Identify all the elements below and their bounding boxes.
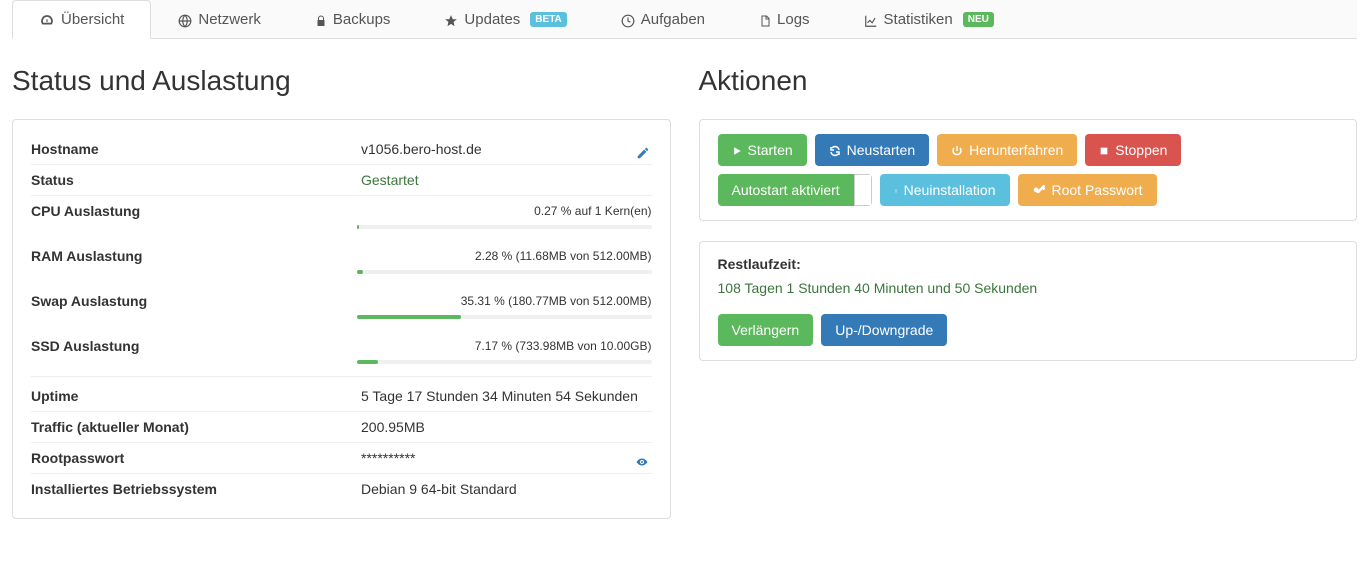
tab-updates[interactable]: Updates BETA: [417, 0, 593, 39]
rootpw-value: **********: [361, 450, 652, 466]
lock-icon: [315, 11, 327, 27]
btn-label: Autostart aktiviert: [732, 182, 840, 198]
rootpw-button[interactable]: Root Passwort: [1018, 174, 1157, 206]
autostart-toggle[interactable]: Autostart aktiviert: [718, 174, 872, 206]
btn-label: Neuinstallation: [904, 182, 996, 198]
edit-hostname-icon[interactable]: [636, 144, 650, 160]
uptime-value: 5 Tage 17 Stunden 34 Minuten 54 Sekunden: [361, 388, 652, 404]
tab-label: Netzwerk: [198, 11, 261, 28]
file-icon: [759, 11, 771, 27]
tab-bar: Übersicht Netzwerk Backups Updates BETA …: [12, 0, 1357, 39]
hostname-value: v1056.bero-host.de: [361, 141, 652, 157]
toggle-handle: [854, 174, 872, 206]
tab-logs[interactable]: Logs: [732, 0, 837, 39]
hostname-label: Hostname: [31, 141, 361, 157]
show-password-icon[interactable]: [634, 453, 650, 469]
tab-network[interactable]: Netzwerk: [151, 0, 288, 39]
clock-icon: [621, 11, 635, 27]
ssd-value: 7.17 % (733.98MB von 10.00GB): [475, 339, 652, 353]
cpu-progress: [357, 225, 652, 229]
dashboard-icon: [39, 11, 55, 27]
traffic-value: 200.95MB: [361, 419, 652, 435]
runtime-panel: Restlaufzeit: 108 Tagen 1 Stunden 40 Min…: [699, 241, 1358, 361]
stop-button[interactable]: Stoppen: [1085, 134, 1181, 166]
globe-icon: [178, 11, 192, 27]
status-panel: Hostname v1056.bero-host.de Status Gesta…: [12, 119, 671, 519]
runtime-value: 108 Tagen 1 Stunden 40 Minuten und 50 Se…: [718, 280, 1339, 296]
cpu-label: CPU Auslastung: [31, 203, 140, 219]
tab-label: Logs: [777, 11, 810, 28]
row-os: Installiertes Betriebssystem Debian 9 64…: [31, 474, 652, 504]
row-cpu: CPU Auslastung 0.27 % auf 1 Kern(en): [31, 196, 652, 241]
ssd-progress: [357, 360, 652, 364]
actions-panel: Starten Neustarten Herunterfahren Stoppe…: [699, 119, 1358, 221]
chart-icon: [864, 11, 878, 27]
runtime-label: Restlaufzeit:: [718, 256, 1339, 272]
uptime-label: Uptime: [31, 388, 361, 404]
shutdown-button[interactable]: Herunterfahren: [937, 134, 1077, 166]
beta-badge: BETA: [530, 12, 566, 27]
swap-value: 35.31 % (180.77MB von 512.00MB): [461, 294, 652, 308]
btn-label: Stoppen: [1115, 142, 1167, 158]
key-icon: [1032, 182, 1046, 198]
cpu-value: 0.27 % auf 1 Kern(en): [534, 204, 651, 218]
btn-label: Up-/Downgrade: [835, 322, 933, 338]
btn-label: Verlängern: [732, 322, 800, 338]
row-rootpw: Rootpasswort **********: [31, 443, 652, 474]
tab-tasks[interactable]: Aufgaben: [594, 0, 732, 39]
tab-label: Übersicht: [61, 11, 124, 28]
tab-label: Updates: [464, 11, 520, 28]
start-button[interactable]: Starten: [718, 134, 807, 166]
row-uptime: Uptime 5 Tage 17 Stunden 34 Minuten 54 S…: [31, 381, 652, 412]
traffic-label: Traffic (aktueller Monat): [31, 419, 361, 435]
power-icon: [951, 142, 963, 158]
refresh-icon: [829, 142, 841, 158]
updown-button[interactable]: Up-/Downgrade: [821, 314, 947, 346]
btn-label: Starten: [748, 142, 793, 158]
star-icon: [444, 11, 458, 27]
actions-heading: Aktionen: [699, 65, 1358, 97]
tab-label: Backups: [333, 11, 391, 28]
row-ssd: SSD Auslastung 7.17 % (733.98MB von 10.0…: [31, 331, 652, 377]
tab-backups[interactable]: Backups: [288, 0, 418, 39]
rootpw-label: Rootpasswort: [31, 450, 361, 466]
stop-icon: [1099, 142, 1109, 158]
btn-label: Neustarten: [847, 142, 915, 158]
swap-progress: [357, 315, 652, 319]
row-ram: RAM Auslastung 2.28 % (11.68MB von 512.0…: [31, 241, 652, 286]
row-traffic: Traffic (aktueller Monat) 200.95MB: [31, 412, 652, 443]
status-heading: Status und Auslastung: [12, 65, 671, 97]
row-status: Status Gestartet: [31, 165, 652, 196]
new-badge: NEU: [963, 12, 994, 27]
os-label: Installiertes Betriebssystem: [31, 481, 361, 497]
row-swap: Swap Auslastung 35.31 % (180.77MB von 51…: [31, 286, 652, 331]
restart-button[interactable]: Neustarten: [815, 134, 929, 166]
btn-label: Root Passwort: [1052, 182, 1143, 198]
tab-label: Aufgaben: [641, 11, 705, 28]
tab-overview[interactable]: Übersicht: [12, 0, 151, 39]
tab-stats[interactable]: Statistiken NEU: [837, 0, 1021, 39]
swap-label: Swap Auslastung: [31, 293, 147, 309]
btn-label: Herunterfahren: [969, 142, 1063, 158]
os-value: Debian 9 64-bit Standard: [361, 481, 652, 497]
reinstall-button[interactable]: Neuinstallation: [880, 174, 1010, 206]
exclamation-icon: [894, 182, 898, 198]
play-icon: [732, 142, 742, 158]
row-hostname: Hostname v1056.bero-host.de: [31, 134, 652, 165]
tab-label: Statistiken: [884, 11, 953, 28]
status-label: Status: [31, 172, 361, 188]
ssd-label: SSD Auslastung: [31, 338, 139, 354]
status-value: Gestartet: [361, 172, 652, 188]
ram-progress: [357, 270, 652, 274]
extend-button[interactable]: Verlängern: [718, 314, 814, 346]
ram-label: RAM Auslastung: [31, 248, 142, 264]
ram-value: 2.28 % (11.68MB von 512.00MB): [475, 249, 652, 263]
